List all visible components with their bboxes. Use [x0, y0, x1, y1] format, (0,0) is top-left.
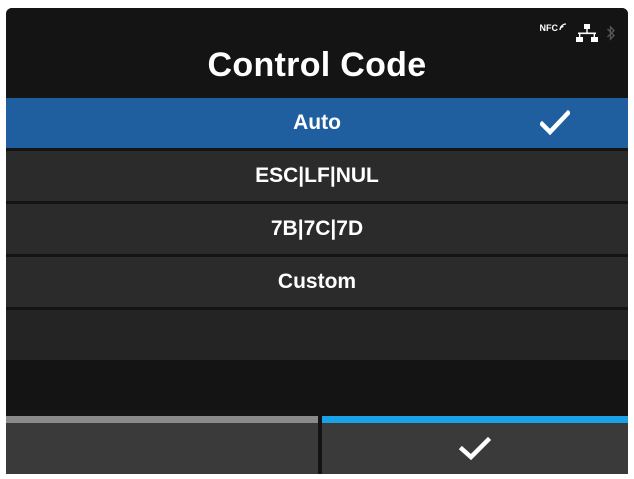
option-esc-lf-nul[interactable]: ESC|LF|NUL [6, 151, 628, 201]
softkey-bar [6, 416, 628, 474]
bluetooth-icon [607, 25, 615, 41]
control-code-options: Auto ESC|LF|NUL 7B|7C|7D Custom [6, 98, 628, 363]
network-icon [576, 24, 598, 42]
page-title: Control Code [207, 46, 427, 84]
check-icon [459, 437, 491, 461]
nfc-label: NFC [539, 23, 559, 33]
option-auto[interactable]: Auto [6, 98, 628, 148]
option-label: 7B|7C|7D [270, 217, 364, 240]
left-softkey[interactable] [6, 416, 318, 474]
option-custom[interactable]: Custom [6, 257, 628, 307]
option-label: Auto [293, 111, 341, 134]
empty-row [6, 310, 628, 360]
option-label: Custom [277, 270, 357, 293]
option-7b-7c-7d[interactable]: 7B|7C|7D [6, 204, 628, 254]
confirm-softkey[interactable] [322, 416, 628, 474]
printer-display: NFC Control Code Auto ESC|LF|NUL 7B|7C|7… [6, 8, 628, 474]
check-icon [540, 110, 570, 136]
header: NFC Control Code [6, 8, 628, 98]
option-label: ESC|LF|NUL [255, 164, 379, 187]
status-icons: NFC [540, 22, 617, 44]
nfc-icon: NFC [540, 23, 569, 43]
